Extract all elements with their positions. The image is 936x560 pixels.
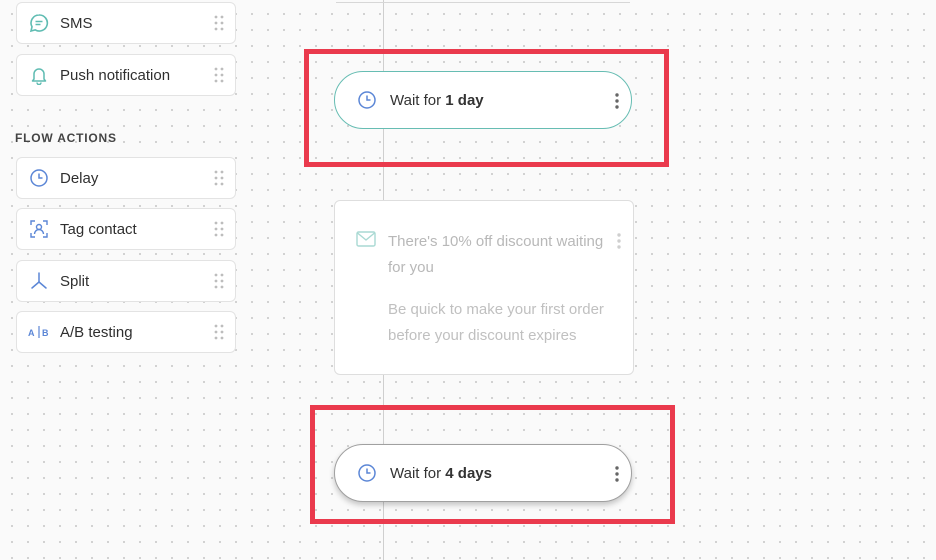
split-icon <box>28 270 50 292</box>
svg-text:A: A <box>28 328 35 338</box>
email-preview-text: Be quick to make your first order before… <box>388 301 604 344</box>
drag-handle-icon[interactable] <box>213 169 225 187</box>
drag-handle-icon[interactable] <box>213 14 225 32</box>
sidebar-item-label: Tag contact <box>60 220 137 238</box>
envelope-icon <box>356 231 376 247</box>
tag-contact-icon <box>28 218 50 240</box>
previous-step-edge <box>336 0 630 3</box>
sidebar-item-label: A/B testing <box>60 323 133 341</box>
sidebar-item-sms[interactable]: SMS <box>16 2 236 44</box>
sidebar-item-split[interactable]: Split <box>16 260 236 302</box>
section-title-flow-actions: FLOW ACTIONS <box>15 131 117 145</box>
sidebar-item-label: SMS <box>60 14 93 32</box>
more-options-icon[interactable] <box>615 231 623 251</box>
bell-icon <box>28 64 50 86</box>
drag-handle-icon[interactable] <box>213 220 225 238</box>
email-subject: There's 10% off discount waiting for you <box>388 233 604 276</box>
sidebar-item-label: Split <box>60 272 90 290</box>
sidebar-item-tag-contact[interactable]: Tag contact <box>16 208 236 250</box>
ab-testing-icon: AB <box>28 321 50 343</box>
sidebar-item-ab-testing[interactable]: AB A/B testing <box>16 311 236 353</box>
sidebar-item-push-notification[interactable]: Push notification <box>16 54 236 96</box>
highlight-box <box>310 405 675 524</box>
drag-handle-icon[interactable] <box>213 66 225 84</box>
email-step-card[interactable]: There's 10% off discount waiting for you… <box>334 200 634 375</box>
svg-text:B: B <box>42 328 49 338</box>
sidebar-item-label: Delay <box>60 169 99 187</box>
drag-handle-icon[interactable] <box>213 323 225 341</box>
sidebar-item-label: Push notification <box>60 66 171 84</box>
clock-icon <box>28 167 50 189</box>
highlight-box <box>304 49 669 167</box>
drag-handle-icon[interactable] <box>213 272 225 290</box>
sidebar-item-delay[interactable]: Delay <box>16 157 236 199</box>
sms-icon <box>28 12 50 34</box>
